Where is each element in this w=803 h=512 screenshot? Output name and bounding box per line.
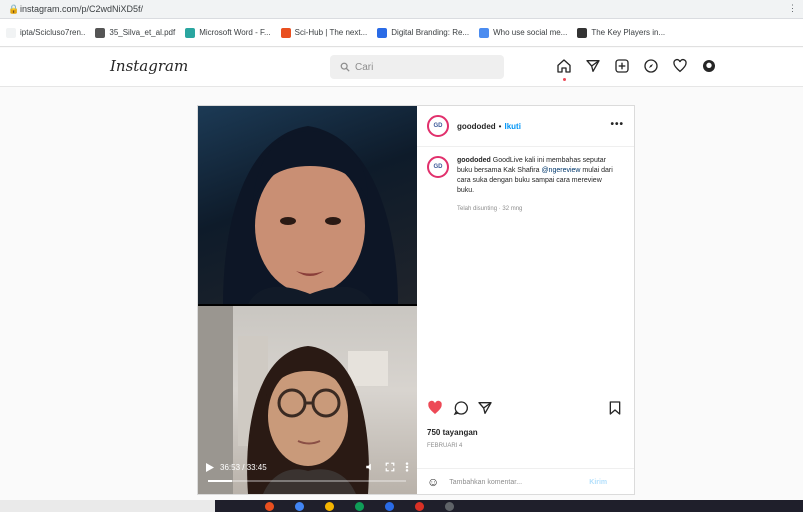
separator-dot: • [498, 121, 502, 131]
home-active-dot [563, 78, 566, 81]
bookmark-favicon-icon [95, 27, 106, 38]
caption-text: goododed GoodLive kali ini membahas sepu… [457, 156, 617, 214]
caption-username[interactable]: goododed [457, 157, 491, 164]
new-post-icon[interactable] [614, 58, 630, 74]
caption-mention[interactable]: @ngereview [541, 167, 580, 174]
play-icon[interactable] [206, 463, 214, 472]
post-options-button[interactable]: ••• [610, 119, 624, 130]
activity-heart-icon[interactable] [672, 58, 688, 74]
taskbar-app-area [215, 500, 803, 512]
bookmark-item[interactable]: Digital Branding: Re... [377, 27, 470, 38]
emoji-icon[interactable]: ☺ [427, 475, 439, 489]
video-progress-bar[interactable] [208, 480, 406, 482]
video-more-icon[interactable] [405, 462, 409, 472]
post-card: 36:53 / 33:45 GD goododed • Ikuti ••• GD… [197, 105, 635, 495]
bookmark-item[interactable]: 35_Silva_et_al.pdf [95, 27, 176, 38]
post-comment-button[interactable]: Kirim [589, 479, 607, 486]
comment-bar: ☺ Tambahkan komentar... Kirim [417, 468, 634, 495]
view-count[interactable]: 750 tayangan [427, 428, 478, 437]
post-header: GD goododed • Ikuti ••• [417, 106, 634, 147]
bookmark-item[interactable]: Sci-Hub | The next... [280, 27, 368, 38]
bookmark-label: Who use social me... [493, 28, 568, 37]
author-avatar[interactable]: GD [427, 115, 449, 137]
lock-icon: 🔒 [8, 4, 20, 14]
edited-timestamp: Telah disunting · 32 mng [457, 206, 523, 212]
bookmark-item[interactable]: ipta/Scicluso7ren.. [6, 27, 86, 38]
participant-hijab-image [223, 126, 398, 304]
bookmarks-bar: ipta/Scicluso7ren.. 35_Silva_et_al.pdf Mic… [0, 19, 803, 47]
nav-icons [556, 58, 717, 74]
bookmark-item[interactable]: Microsoft Word - F... [185, 27, 271, 38]
home-icon[interactable] [556, 58, 572, 74]
video-time: 36:53 / 33:45 [220, 463, 267, 472]
video-controls: 36:53 / 33:45 [198, 454, 417, 494]
comment-input[interactable]: Tambahkan komentar... [449, 479, 589, 486]
taskbar-app-icon[interactable] [415, 502, 424, 511]
search-icon [340, 62, 350, 72]
bookmark-item[interactable]: Who use social me... [479, 27, 568, 38]
caption-avatar[interactable]: GD [427, 156, 449, 178]
browser-address-bar[interactable]: 🔒 instagram.com/p/C2wdNiXD5f/ ⋮ [0, 0, 803, 19]
follow-button[interactable]: Ikuti [504, 122, 520, 131]
direct-message-icon[interactable] [585, 58, 601, 74]
taskbar-app-icon[interactable] [325, 502, 334, 511]
post-actions [427, 400, 625, 418]
bookmark-favicon-icon [377, 27, 388, 38]
volume-icon[interactable] [365, 462, 375, 472]
instagram-navbar: Instagram Cari [0, 48, 803, 87]
video-player[interactable]: 36:53 / 33:45 [198, 106, 417, 494]
url-text[interactable]: instagram.com/p/C2wdNiXD5f/ [20, 4, 143, 14]
os-taskbar [0, 500, 803, 512]
like-heart-icon[interactable] [427, 400, 443, 416]
search-input[interactable]: Cari [330, 55, 504, 79]
taskbar-app-icon[interactable] [445, 502, 454, 511]
bookmark-label: Digital Branding: Re... [391, 28, 470, 37]
explore-icon[interactable] [643, 58, 659, 74]
bookmark-favicon-icon [280, 27, 291, 38]
bookmark-favicon-icon [577, 27, 588, 38]
bookmark-favicon-icon [185, 27, 196, 38]
bookmark-favicon-icon [479, 27, 490, 38]
instagram-logo[interactable]: Instagram [110, 57, 188, 75]
bookmark-label: ipta/Scicluso7ren.. [20, 28, 86, 37]
video-frame-top-participant [198, 106, 417, 304]
post-side-panel: GD goododed • Ikuti ••• GD goododed Good… [417, 106, 634, 494]
bookmark-label: The Key Players in... [591, 28, 666, 37]
post-caption: GD goododed GoodLive kali ini membahas s… [427, 156, 627, 214]
taskbar-app-icon[interactable] [385, 502, 394, 511]
taskbar-app-icon[interactable] [295, 502, 304, 511]
bookmark-label: Microsoft Word - F... [199, 28, 271, 37]
search-placeholder: Cari [355, 61, 374, 73]
browser-menu-icon[interactable]: ⋮ [788, 3, 797, 14]
bookmark-favicon-icon [6, 27, 16, 38]
taskbar-app-icon[interactable] [355, 502, 364, 511]
author-username[interactable]: goododed [457, 122, 496, 131]
video-progress-fill [208, 480, 232, 482]
bookmark-item[interactable]: The Key Players in... [577, 27, 666, 38]
comment-icon[interactable] [453, 400, 469, 416]
fullscreen-icon[interactable] [385, 462, 395, 472]
bookmark-label: 35_Silva_et_al.pdf [109, 28, 176, 37]
save-bookmark-icon[interactable] [607, 400, 623, 416]
post-date: Februari 4 [427, 443, 463, 449]
profile-avatar-icon[interactable] [701, 58, 717, 74]
taskbar-app-icon[interactable] [265, 502, 274, 511]
share-icon[interactable] [477, 400, 493, 416]
bookmark-label: Sci-Hub | The next... [294, 28, 368, 37]
